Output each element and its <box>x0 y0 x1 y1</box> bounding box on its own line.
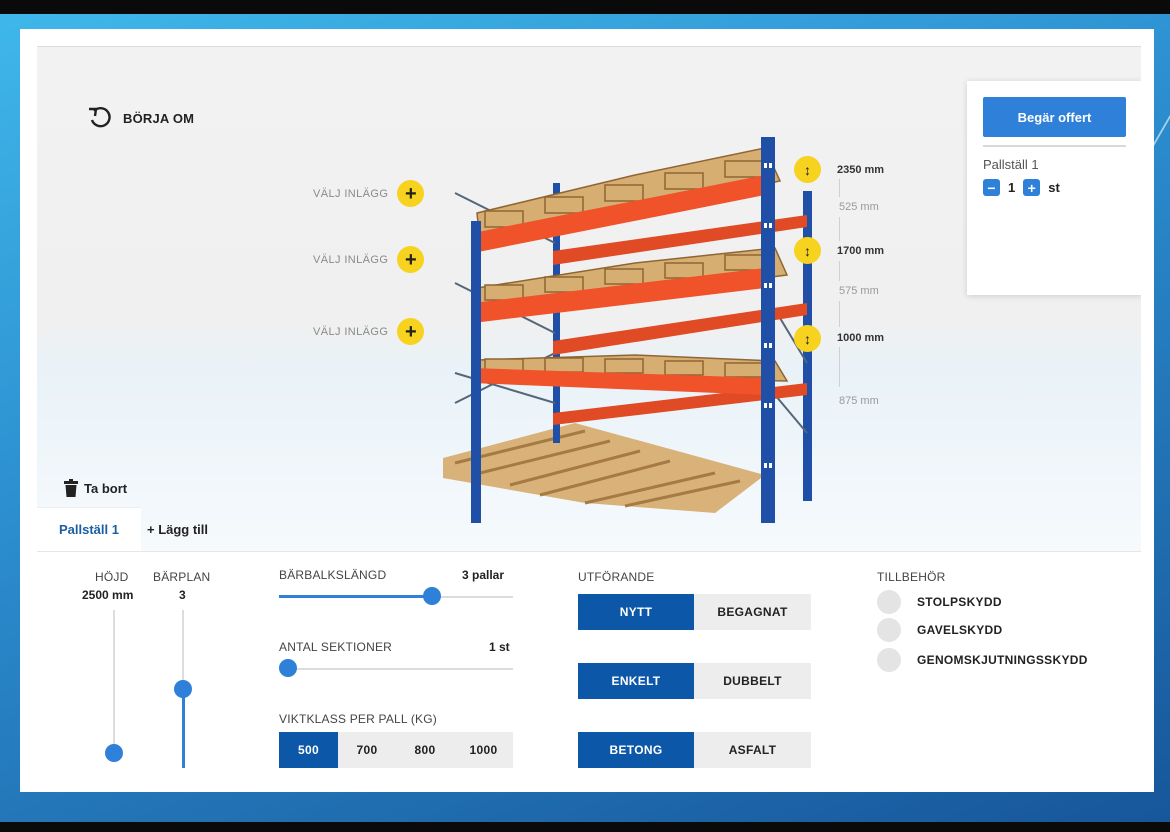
shelf-row-bottom: VÄLJ INLÄGG + <box>313 318 425 345</box>
condition-selector: NYTT BEGAGNAT <box>578 594 811 630</box>
shelf-row-middle: VÄLJ INLÄGG + <box>313 246 425 273</box>
tab-pallstall-1[interactable]: Pallställ 1 <box>37 507 141 551</box>
accessory-checkbox[interactable] <box>877 648 901 672</box>
screen-bezel-top <box>0 0 1170 14</box>
weight-option-1000[interactable]: 1000 <box>454 732 513 768</box>
restart-button[interactable]: BÖRJA OM <box>87 105 194 131</box>
trash-icon <box>64 479 78 497</box>
quote-card: Begär offert Pallställ 1 − 1 + st <box>967 81 1141 295</box>
sections-label: ANTAL SEKTIONER <box>279 640 393 654</box>
pallet-rack-3d[interactable] <box>435 103 835 523</box>
floor-asphalt[interactable]: ASFALT <box>694 732 811 768</box>
accessory-label: GENOMSKJUTNINGSSKYDD <box>917 653 1088 667</box>
floor-concrete[interactable]: BETONG <box>578 732 694 768</box>
levels-slider-fill <box>182 688 185 768</box>
type-double[interactable]: DUBBELT <box>694 663 811 699</box>
accessory-end-protection[interactable]: GAVELSKYDD <box>877 618 1002 642</box>
accessory-checkbox[interactable] <box>877 590 901 614</box>
3d-viewport[interactable]: BÖRJA OM VÄLJ INLÄGG + VÄLJ INLÄGG + VÄL… <box>37 46 1141 551</box>
shelf-label: VÄLJ INLÄGG <box>313 325 389 338</box>
undo-icon <box>89 106 111 128</box>
dimension-line <box>839 301 840 327</box>
quantity-stepper: − 1 + st <box>983 179 1060 196</box>
delete-button[interactable]: Ta bort <box>64 479 127 497</box>
type-single[interactable]: ENKELT <box>578 663 694 699</box>
dimension-line <box>839 217 840 241</box>
dimension-line <box>839 261 840 281</box>
levels-value: 3 <box>179 588 186 602</box>
accessories-label: TILLBEHÖR <box>877 570 946 584</box>
execution-label: UTFÖRANDE <box>578 570 655 584</box>
shelf-label: VÄLJ INLÄGG <box>313 187 389 200</box>
weight-class-selector: 500 700 800 1000 <box>279 732 513 768</box>
dimension-line <box>839 179 840 197</box>
weight-class-label: VIKTKLASS PER PALL (KG) <box>279 712 437 726</box>
shelf-row-top: VÄLJ INLÄGG + <box>313 180 425 207</box>
accessory-post-protection[interactable]: STOLPSKYDD <box>877 590 1002 614</box>
quantity-unit: st <box>1048 180 1060 195</box>
level-gap-label: 875 mm <box>839 395 879 407</box>
floor-pallets <box>443 423 765 513</box>
sections-track[interactable] <box>279 668 513 670</box>
beam-length-handle[interactable] <box>423 587 441 605</box>
weight-option-700[interactable]: 700 <box>338 732 396 768</box>
floor-selector: BETONG ASFALT <box>578 732 811 768</box>
add-deck-button[interactable]: + <box>397 180 425 207</box>
accessory-checkbox[interactable] <box>877 618 901 642</box>
beam-length-label: BÄRBALKSLÄNGD <box>279 568 387 582</box>
height-value: 2500 mm <box>82 588 134 602</box>
levels-slider-handle[interactable] <box>174 680 192 698</box>
dimension-line <box>839 347 840 387</box>
type-selector: ENKELT DUBBELT <box>578 663 811 699</box>
level-height-label: 2350 mm <box>837 164 885 176</box>
add-rack-tab[interactable]: + Lägg till <box>141 507 214 551</box>
screen-bezel-bottom <box>0 822 1170 832</box>
levels-label: BÄRPLAN <box>153 570 211 584</box>
adjust-height-icon[interactable]: ↕ <box>794 237 821 264</box>
beam-length-fill <box>279 595 431 598</box>
level-gap-label: 575 mm <box>839 285 879 297</box>
weight-option-500[interactable]: 500 <box>279 732 338 768</box>
condition-new[interactable]: NYTT <box>578 594 694 630</box>
restart-label: BÖRJA OM <box>123 110 195 126</box>
accessory-label: STOLPSKYDD <box>917 595 1002 609</box>
sections-value: 1 st <box>489 640 510 654</box>
level-gap-label: 525 mm <box>839 201 879 213</box>
quote-item-name: Pallställ 1 <box>983 157 1039 172</box>
accessory-label: GAVELSKYDD <box>917 623 1003 637</box>
condition-used[interactable]: BEGAGNAT <box>694 594 811 630</box>
height-label: HÖJD <box>95 570 129 584</box>
add-deck-button[interactable]: + <box>397 246 425 273</box>
accessory-pushthrough-protection[interactable]: GENOMSKJUTNINGSSKYDD <box>877 648 1088 672</box>
weight-option-800[interactable]: 800 <box>396 732 454 768</box>
shelf-label: VÄLJ INLÄGG <box>313 253 389 266</box>
quantity-value: 1 <box>1008 180 1016 195</box>
level-height-label: 1000 mm <box>837 332 885 344</box>
height-slider-track[interactable] <box>113 610 115 756</box>
controls-panel: HÖJD 2500 mm BÄRPLAN 3 BÄRBALKSLÄNGD 3 p… <box>37 551 1141 791</box>
adjust-height-icon[interactable]: ↕ <box>794 325 821 352</box>
configurator-window: BÖRJA OM VÄLJ INLÄGG + VÄLJ INLÄGG + VÄL… <box>20 29 1154 792</box>
adjust-height-icon[interactable]: ↕ <box>794 156 821 183</box>
level-height-label: 1700 mm <box>837 245 885 257</box>
beam-length-value: 3 pallar <box>462 568 505 582</box>
sections-handle[interactable] <box>279 659 297 677</box>
add-deck-button[interactable]: + <box>397 318 425 345</box>
rack-tabs: Pallställ 1 + Lägg till <box>37 507 214 551</box>
request-quote-button[interactable]: Begär offert <box>983 97 1126 137</box>
minus-icon[interactable]: − <box>983 179 1000 196</box>
divider <box>983 145 1126 147</box>
delete-label: Ta bort <box>84 480 128 496</box>
height-slider-handle[interactable] <box>105 744 123 762</box>
levels-slider-track[interactable] <box>182 610 184 688</box>
plus-icon[interactable]: + <box>1023 179 1041 196</box>
